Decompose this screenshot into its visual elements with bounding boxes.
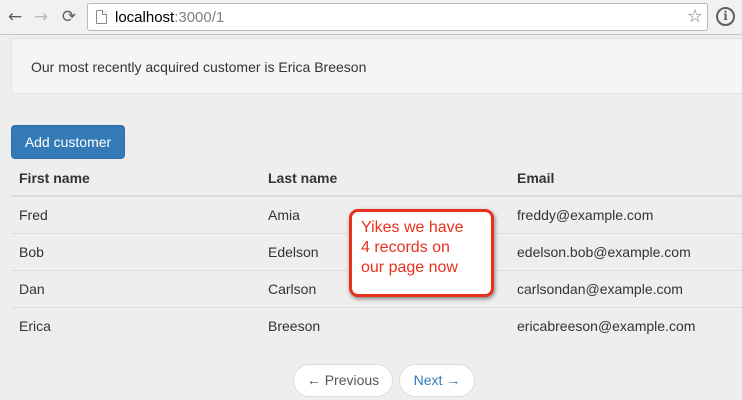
table-row: Erica Breeson ericabreeson@example.com — [11, 307, 742, 344]
cell-first-name: Bob — [19, 244, 44, 260]
cell-last-name: Amia — [268, 207, 300, 223]
address-bar[interactable]: localhost:3000/1 ☆ — [87, 3, 708, 31]
annotation-callout: Yikes we have 4 records on our page now — [349, 209, 494, 297]
cell-email: freddy@example.com — [517, 207, 654, 223]
info-icon[interactable]: i — [716, 7, 735, 26]
cell-email: ericabreeson@example.com — [517, 318, 696, 334]
reload-icon[interactable]: ⟳ — [59, 7, 79, 27]
browser-toolbar: ← → ⟳ localhost:3000/1 ☆ i — [0, 0, 742, 35]
cell-first-name: Fred — [19, 207, 48, 223]
forward-arrow-icon[interactable]: → — [31, 7, 51, 27]
header-first-name: First name — [19, 169, 90, 186]
table-header-row: First name Last name Email — [11, 160, 742, 196]
recent-customer-panel: Our most recently acquired customer is E… — [11, 38, 742, 94]
callout-line: Yikes we have — [361, 219, 464, 236]
cell-email: edelson.bob@example.com — [517, 244, 691, 260]
header-last-name: Last name — [268, 169, 338, 186]
previous-page-button[interactable]: ← Previous — [293, 364, 393, 397]
callout-line: 4 records on — [361, 239, 450, 256]
back-arrow-icon[interactable]: ← — [5, 7, 25, 27]
recent-customer-text: Our most recently acquired customer is E… — [31, 59, 367, 75]
cell-last-name: Breeson — [268, 318, 321, 334]
url-path: :3000/1 — [174, 9, 225, 26]
cell-first-name: Dan — [19, 281, 45, 297]
callout-line: our page now — [361, 259, 458, 276]
cell-last-name: Carlson — [268, 281, 317, 297]
add-customer-button[interactable]: Add customer — [11, 125, 125, 159]
cell-first-name: Erica — [19, 318, 51, 334]
header-email: Email — [517, 169, 555, 186]
star-icon[interactable]: ☆ — [687, 6, 703, 27]
url-text[interactable]: localhost:3000/1 — [115, 9, 224, 26]
cell-last-name: Edelson — [268, 244, 319, 260]
cell-email: carlsondan@example.com — [517, 281, 683, 297]
url-host: localhost — [115, 9, 175, 26]
next-page-button[interactable]: Next → — [399, 364, 475, 397]
page-icon — [96, 10, 107, 24]
